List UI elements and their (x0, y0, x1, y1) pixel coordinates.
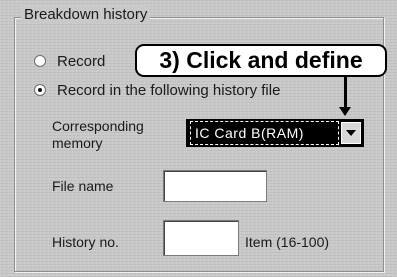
history-no-unit: Item (16-100) (245, 234, 330, 250)
radio-button-selected[interactable] (34, 84, 46, 96)
instruction-callout: 3) Click and define (135, 44, 387, 77)
memory-select[interactable]: IC Card B(RAM) (186, 119, 364, 147)
radio-label: Record (57, 52, 106, 70)
memory-select-value: IC Card B(RAM) (190, 121, 339, 145)
file-name-input[interactable] (163, 170, 267, 202)
callout-arrow-stem (344, 77, 347, 109)
history-no-label: History no. (52, 234, 119, 250)
dropdown-button[interactable] (341, 122, 361, 144)
memory-label-line2: memory (52, 135, 103, 151)
radio-button[interactable] (34, 55, 46, 67)
radio-option-record-history-file[interactable]: Record in the following history file (34, 79, 280, 101)
memory-label: Corresponding memory (52, 118, 144, 152)
chevron-down-icon (346, 130, 356, 136)
file-name-label: File name (52, 178, 114, 194)
history-no-input[interactable] (163, 220, 239, 256)
memory-label-line1: Corresponding (52, 118, 144, 134)
radio-label: Record in the following history file (57, 81, 281, 99)
breakdown-history-dialog: Breakdown history Record Record in the f… (0, 0, 397, 277)
radio-option-record[interactable]: Record (34, 50, 105, 72)
group-title: Breakdown history (21, 6, 151, 23)
arrow-down-icon (339, 107, 351, 116)
